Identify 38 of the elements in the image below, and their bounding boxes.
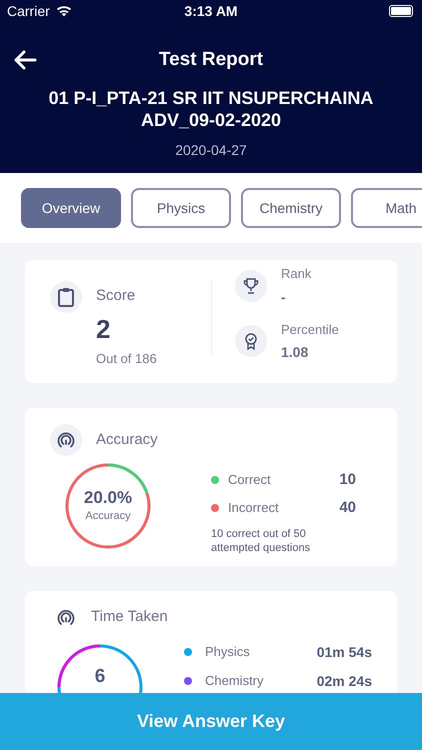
legend-label: Correct (228, 471, 271, 490)
test-date: 2020-04-27 (174, 141, 248, 160)
legend-value: 10 (339, 470, 356, 490)
clipboard-icon (57, 286, 75, 306)
rank-value: - (281, 288, 287, 306)
legend-value: 40 (339, 498, 356, 518)
summary-text: 10 correct out of 50 attempted questions (211, 527, 312, 555)
legend-label: Physics (205, 643, 250, 662)
legend-label: Incorrect (228, 499, 279, 518)
page-title: Test Report (158, 48, 264, 72)
legend-value: 01m 54s (316, 642, 372, 662)
tab[interactable]: Physics (131, 188, 231, 228)
time-value: 6 (94, 664, 106, 688)
carrier-label: Carrier (7, 2, 50, 20)
clock-time: 3:13 AM (184, 2, 238, 20)
legend-label: Chemistry (205, 672, 264, 690)
tab[interactable]: Chemistry (241, 188, 341, 228)
percentile-value: 1.08 (281, 343, 310, 362)
score-label: Score (96, 286, 136, 306)
tab[interactable]: Overview (21, 188, 121, 228)
back-button[interactable] (13, 49, 37, 71)
accuracy-caption: Accuracy (85, 508, 131, 524)
badge-icon (244, 332, 258, 350)
tab[interactable]: Math (351, 188, 422, 228)
gauge-icon (57, 608, 75, 626)
card-title: Accuracy (96, 430, 158, 450)
wifi-icon (56, 5, 72, 17)
card-title: Time Taken (91, 607, 168, 627)
legend-value: 02m 24s (316, 672, 372, 690)
trophy-icon (243, 278, 259, 294)
battery-icon (389, 5, 414, 17)
out-of-text: Out of 186 (96, 350, 157, 368)
test-name: 01 P-I_PTA-21 SR IIT NSUPERCHAINA ADV_09-02-2020 (48, 87, 374, 131)
gauge-icon (57, 432, 75, 448)
percentile-label: Percentile (281, 320, 339, 338)
rank-label: Rank (281, 265, 312, 283)
score-value: 2 (96, 314, 112, 344)
accuracy-percent: 20.0% (84, 488, 132, 508)
